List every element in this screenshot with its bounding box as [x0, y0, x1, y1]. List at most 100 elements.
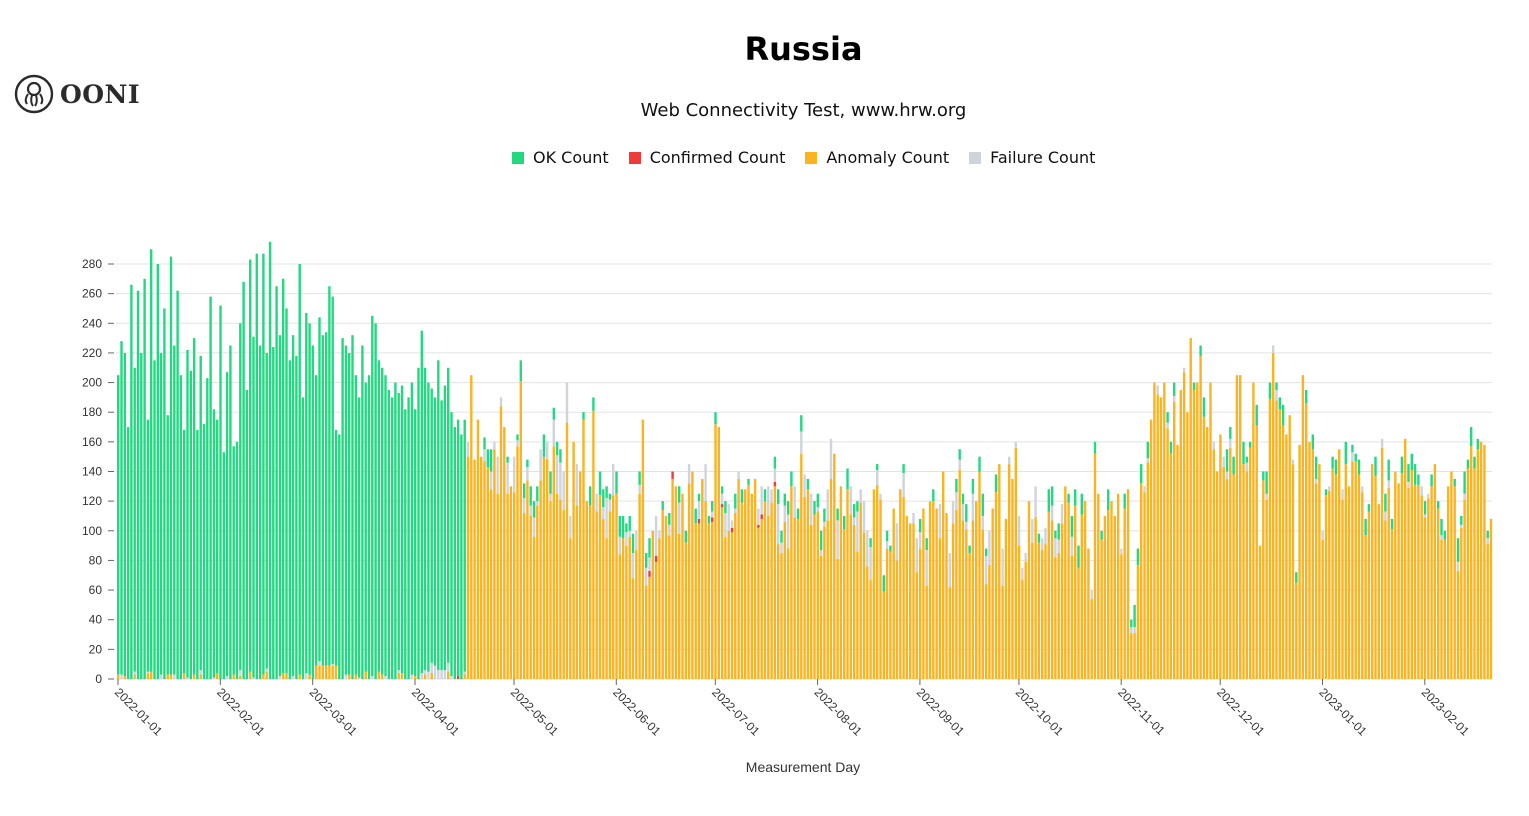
bar-anomaly — [872, 489, 876, 679]
bar-failure — [1460, 524, 1463, 528]
bar-anomaly — [1331, 468, 1334, 679]
bar-anomaly — [691, 471, 694, 679]
bar-anomaly — [430, 673, 433, 679]
y-tick-label: 260 — [82, 287, 102, 301]
bar-ok — [361, 345, 364, 679]
bar-anomaly — [1446, 486, 1450, 679]
bar-anomaly — [1050, 520, 1054, 679]
bar-anomaly — [932, 501, 935, 679]
bar-failure — [668, 524, 671, 536]
bar-anomaly — [1146, 462, 1149, 679]
bar-ok — [506, 456, 509, 463]
bar-failure — [938, 504, 942, 539]
bar-ok — [136, 290, 140, 679]
bar-ok — [526, 459, 529, 468]
bar-anomaly — [1291, 464, 1295, 679]
bar-anomaly — [780, 553, 783, 679]
bar-ok — [202, 424, 206, 679]
bar-ok — [697, 493, 701, 502]
bar-anomaly — [1232, 474, 1235, 679]
bar-anomaly — [674, 486, 678, 679]
bar-anomaly — [836, 558, 839, 679]
bar-ok — [351, 335, 354, 679]
bar-ok — [235, 441, 239, 679]
bar-anomaly — [1305, 403, 1308, 679]
bar-anomaly — [1357, 474, 1361, 679]
bar-anomaly — [961, 520, 965, 679]
bar-failure — [1229, 438, 1232, 448]
bar-anomaly — [1374, 475, 1377, 679]
bar-anomaly — [1443, 539, 1446, 679]
bar-failure — [466, 441, 470, 457]
y-tick-label: 160 — [82, 435, 102, 449]
bar-failure — [305, 673, 308, 679]
bar-failure — [819, 550, 823, 556]
bar-anomaly — [1034, 517, 1037, 679]
bar-anomaly — [654, 561, 658, 679]
bar-anomaly — [377, 671, 381, 679]
bar-ok — [245, 389, 249, 679]
bar-anomaly — [955, 510, 958, 679]
bar-failure — [1361, 486, 1364, 493]
bar-ok — [836, 508, 839, 521]
bar-failure — [866, 530, 869, 567]
bar-failure — [1143, 486, 1146, 493]
bar-ok — [159, 352, 163, 675]
bar-ok — [1437, 501, 1440, 509]
x-tick-label: 2022-09-01 — [914, 685, 968, 739]
bar-ok — [400, 385, 404, 674]
bar-ok — [605, 486, 608, 499]
bar-failure — [793, 486, 796, 518]
bar-ok — [126, 427, 130, 679]
bar-failure — [1008, 456, 1011, 465]
bar-failure — [532, 517, 536, 537]
bar-ok — [1486, 530, 1489, 539]
bar-ok — [1344, 441, 1347, 465]
bar-anomaly — [846, 489, 849, 679]
bar-ok — [747, 478, 750, 485]
bar-failure — [829, 438, 833, 479]
bar-ok — [357, 397, 361, 678]
bar-anomaly — [1179, 389, 1182, 679]
bar-ok — [334, 430, 338, 666]
bar-anomaly — [516, 446, 519, 679]
bar-ok — [1245, 456, 1248, 463]
bar-failure — [773, 468, 777, 482]
bar-anomaly — [938, 538, 942, 679]
bar-anomaly — [1404, 438, 1407, 679]
bar-anomaly — [704, 501, 707, 679]
bar-anomaly — [1186, 412, 1189, 679]
bar-anomaly — [856, 551, 859, 679]
bar-ok — [146, 419, 150, 672]
bar-anomaly — [1288, 415, 1291, 679]
bar-failure — [734, 508, 737, 513]
bar-anomaly — [1245, 471, 1248, 679]
bar-failure — [463, 671, 466, 675]
bar-failure — [958, 459, 961, 471]
bar-ok — [1093, 441, 1097, 454]
bar-ok — [889, 545, 892, 552]
bar-ok — [153, 360, 156, 679]
bar-ok — [783, 493, 786, 506]
bar-anomaly — [1192, 389, 1196, 679]
bar-anomaly — [555, 493, 559, 679]
bar-anomaly — [466, 456, 470, 679]
bar-failure — [608, 499, 612, 512]
bar-ok — [140, 352, 143, 679]
bar-ok — [621, 515, 625, 539]
bar-failure — [1130, 627, 1133, 634]
bar-ok — [404, 409, 407, 679]
bar-ok — [143, 278, 146, 679]
bar-anomaly — [737, 478, 740, 679]
x-tick-label: 2022-08-01 — [811, 685, 865, 739]
bar-anomaly — [1298, 444, 1301, 679]
bar-anomaly — [334, 665, 338, 679]
x-tick-label: 2022-03-01 — [307, 685, 361, 739]
bar-failure — [1024, 553, 1027, 562]
bar-anomaly — [678, 533, 681, 679]
bar-ok — [275, 286, 278, 679]
bar-anomaly — [951, 523, 955, 679]
bar-ok — [463, 419, 466, 672]
bar-anomaly — [879, 499, 882, 679]
bar-anomaly — [1397, 483, 1400, 679]
